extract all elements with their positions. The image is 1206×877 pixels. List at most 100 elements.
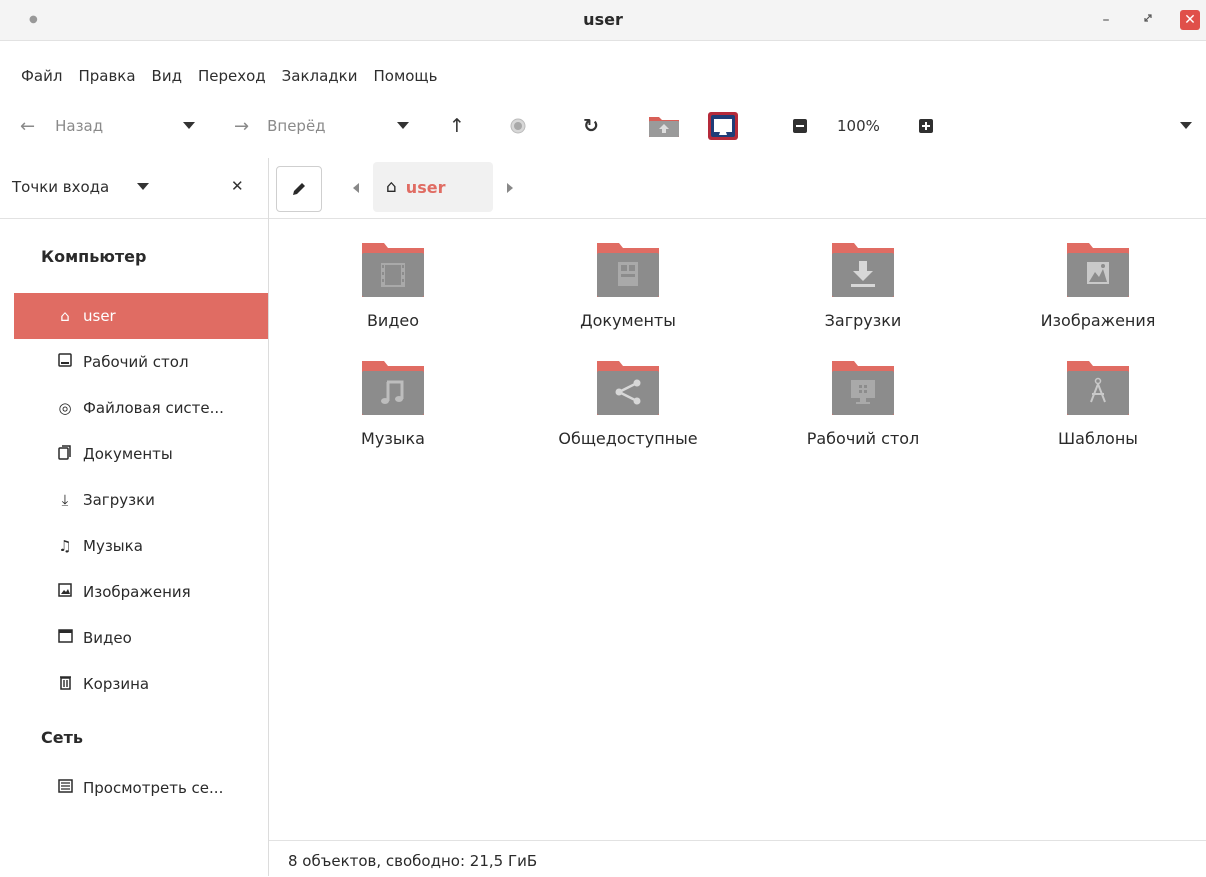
video-icon — [56, 629, 74, 647]
file-item[interactable]: Документы — [528, 239, 728, 330]
downloads-folder-icon — [832, 243, 894, 297]
sidebar-item-label: Видео — [83, 629, 132, 647]
stop-icon — [510, 118, 526, 134]
zoom-in-button[interactable] — [919, 104, 933, 148]
section-computer: Компьютер — [41, 247, 147, 266]
up-button[interactable]: ↑ — [449, 104, 465, 148]
caret-down-icon — [397, 122, 409, 129]
arrow-right-icon: → — [234, 115, 250, 137]
title-bar: ● user – ✕ — [0, 0, 1206, 41]
caret-down-icon — [183, 122, 195, 129]
menu-bookmarks[interactable]: Закладки — [274, 62, 366, 90]
edit-location-button[interactable] — [276, 166, 322, 212]
computer-button[interactable] — [707, 104, 739, 148]
file-name: Шаблоны — [1058, 429, 1138, 448]
file-item[interactable]: Музыка — [293, 357, 493, 448]
arrow-up-icon: ↑ — [449, 115, 465, 137]
minimize-button[interactable]: – — [1096, 10, 1116, 30]
sidebar-item-pictures[interactable]: Изображения — [14, 569, 268, 615]
zoom-level: 100% — [837, 117, 880, 135]
breadcrumb-user[interactable]: ⌂ user — [373, 162, 493, 212]
pencil-icon — [293, 183, 305, 195]
sidebar-item-label: Файловая систе... — [83, 399, 224, 417]
desktop-folder-icon — [832, 361, 894, 415]
forward-label: Вперёд — [267, 117, 326, 135]
section-network: Сеть — [41, 728, 83, 747]
maximize-button[interactable] — [1138, 10, 1158, 30]
music-icon: ♫ — [58, 537, 72, 555]
file-name: Рабочий стол — [806, 429, 920, 448]
path-bar: ⌂ user — [269, 158, 1206, 218]
menu-file[interactable]: Файл — [0, 62, 70, 90]
reload-icon: ↻ — [583, 115, 599, 137]
breadcrumb-right-arrow-icon[interactable] — [507, 183, 513, 193]
back-button[interactable]: ← Назад — [20, 104, 103, 148]
sidebar-close-icon[interactable]: ✕ — [231, 177, 244, 195]
status-text: 8 объектов, свободно: 21,5 ГиБ — [288, 852, 538, 870]
sidebar-item-user[interactable]: ⌂ user — [14, 293, 268, 339]
sidebar-item-label: Загрузки — [83, 491, 155, 509]
sidebar-item-desktop[interactable]: Рабочий стол — [14, 339, 268, 385]
home-folder-button[interactable] — [647, 104, 681, 148]
zoom-out-button[interactable] — [793, 104, 807, 148]
file-item[interactable]: Шаблоны — [998, 357, 1198, 448]
home-folder-icon — [649, 117, 679, 137]
caret-down-icon — [1180, 122, 1192, 129]
file-name: Изображения — [1040, 311, 1156, 330]
sidebar-item-label: Рабочий стол — [83, 353, 189, 371]
forward-button[interactable]: → Вперёд — [234, 104, 326, 148]
breadcrumb-left-arrow-icon[interactable] — [353, 183, 359, 193]
sidebar-header: Точки входа ✕ — [0, 158, 268, 218]
sidebar-item-browse-network[interactable]: Просмотреть се... — [14, 765, 268, 811]
forward-history-dropdown[interactable] — [397, 104, 409, 148]
sidebar: Компьютер ⌂ user Рабочий стол ◎ Файловая… — [0, 218, 268, 877]
pictures-folder-icon — [1067, 243, 1129, 297]
desktop-icon — [56, 353, 74, 371]
home-icon: ⌂ — [60, 307, 70, 325]
download-icon: ⤓ — [61, 491, 69, 509]
menu-help[interactable]: Помощь — [365, 62, 445, 90]
documents-icon — [56, 444, 74, 464]
public-folder-icon — [597, 361, 659, 415]
sidebar-item-music[interactable]: ♫ Музыка — [14, 523, 268, 569]
toolbar-overflow-button[interactable] — [1180, 104, 1192, 148]
minus-icon — [793, 119, 807, 133]
sidebar-mode-dropdown[interactable]: Точки входа — [12, 178, 150, 196]
toolbar: ← Назад → Вперёд ↑ ↻ 100% — [0, 104, 1206, 148]
sidebar-item-filesystem[interactable]: ◎ Файловая систе... — [14, 385, 268, 431]
documents-folder-icon — [597, 243, 659, 297]
sidebar-item-label: user — [83, 307, 116, 325]
reload-button[interactable]: ↻ — [583, 104, 599, 148]
sidebar-mode-label: Точки входа — [12, 178, 110, 196]
back-history-dropdown[interactable] — [183, 104, 195, 148]
sidebar-item-label: Корзина — [83, 675, 150, 693]
breadcrumb-label: user — [405, 177, 446, 197]
sidebar-item-label: Музыка — [83, 537, 143, 555]
stop-button[interactable] — [510, 104, 526, 148]
plus-icon — [919, 119, 933, 133]
sidebar-item-documents[interactable]: Документы — [14, 431, 268, 477]
status-bar: 8 объектов, свободно: 21,5 ГиБ — [269, 840, 1206, 877]
sidebar-item-downloads[interactable]: ⤓ Загрузки — [14, 477, 268, 523]
sidebar-item-video[interactable]: Видео — [14, 615, 268, 661]
sidebar-item-label: Просмотреть се... — [83, 779, 224, 797]
trash-icon — [56, 675, 74, 694]
file-item[interactable]: Загрузки — [763, 239, 963, 330]
file-item[interactable]: Видео — [293, 239, 493, 330]
file-name: Общедоступные — [558, 429, 698, 448]
image-icon — [56, 583, 74, 601]
file-name: Музыка — [361, 429, 425, 448]
home-icon: ⌂ — [386, 177, 397, 197]
video-folder-icon — [362, 243, 424, 297]
sidebar-item-label: Документы — [83, 445, 173, 463]
menu-view[interactable]: Вид — [144, 62, 190, 90]
file-item[interactable]: Рабочий стол — [763, 357, 963, 448]
file-item[interactable]: Общедоступные — [528, 357, 728, 448]
sidebar-item-trash[interactable]: Корзина — [14, 661, 268, 707]
menu-go[interactable]: Переход — [190, 62, 274, 90]
close-button[interactable]: ✕ — [1180, 10, 1200, 30]
file-item[interactable]: Изображения — [998, 239, 1198, 330]
sidebar-item-label: Изображения — [83, 583, 191, 601]
menu-edit[interactable]: Правка — [70, 62, 143, 90]
file-name: Загрузки — [824, 311, 902, 330]
